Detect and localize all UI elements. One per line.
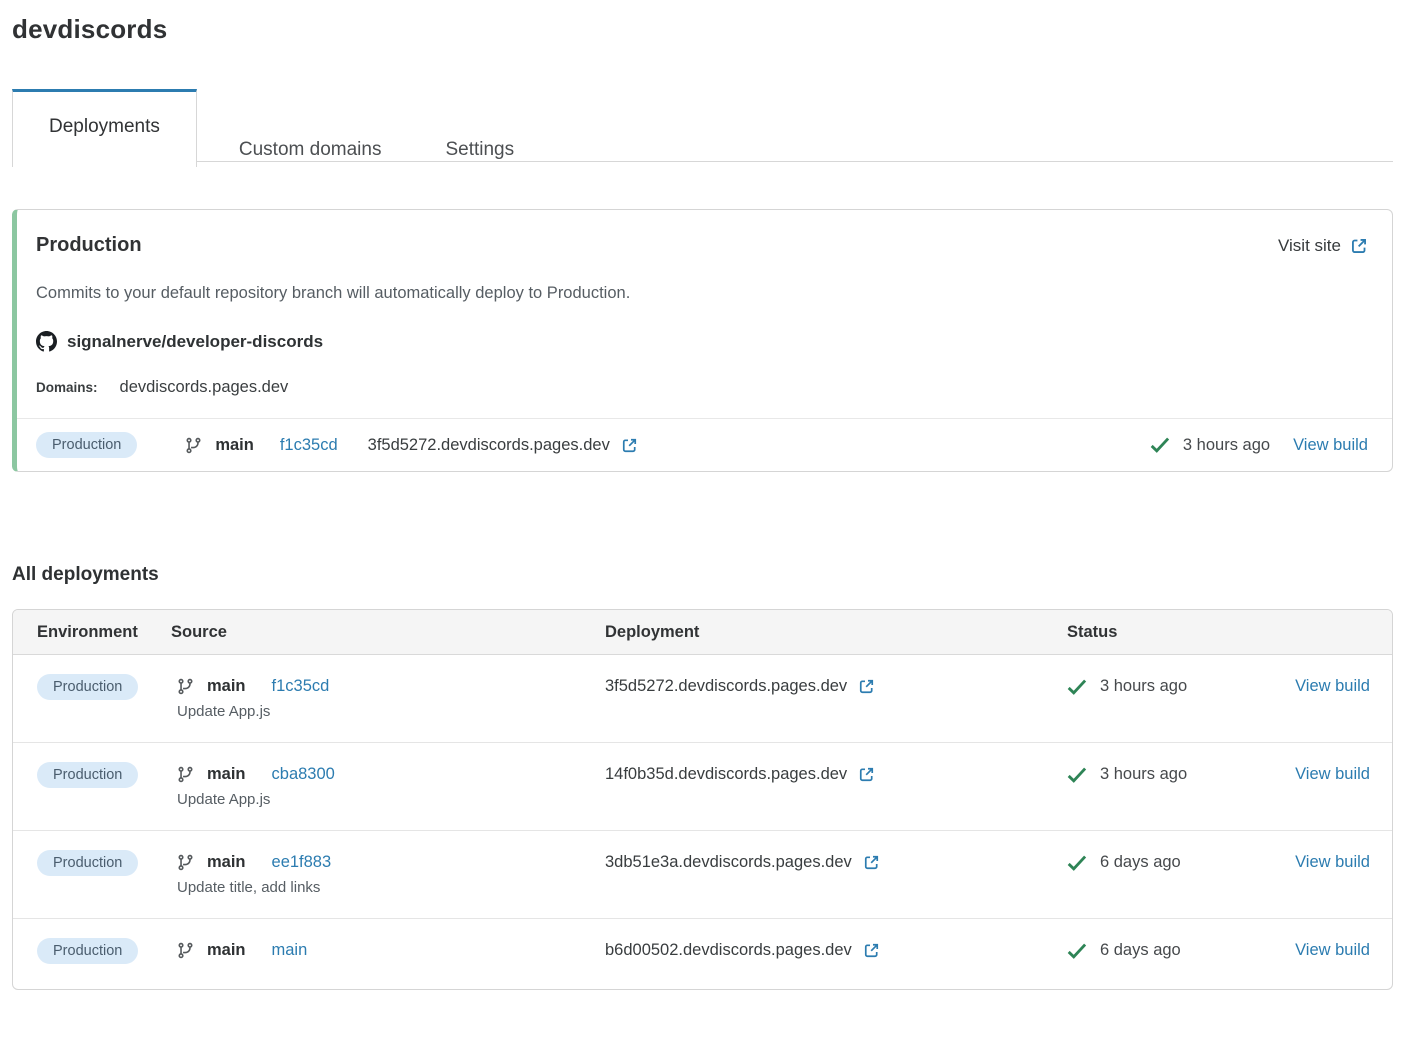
all-deployments-heading: All deployments (12, 564, 1393, 586)
page-title: devdiscords (12, 14, 1393, 45)
status-time: 6 days ago (1100, 853, 1181, 872)
table-row: Production main main b6d00502.devdiscord… (13, 918, 1392, 989)
branch-name: main (207, 853, 246, 872)
external-link-icon[interactable] (621, 437, 638, 454)
view-build-link[interactable]: View build (1295, 941, 1370, 959)
external-link-icon[interactable] (863, 854, 880, 871)
branch-name: main (207, 765, 246, 784)
branch-name: main (207, 941, 246, 960)
tab-custom-domains[interactable]: Custom domains (217, 139, 404, 161)
status-time: 3 hours ago (1183, 436, 1270, 455)
check-icon (1067, 679, 1087, 695)
environment-badge: Production (36, 432, 137, 458)
commit-message: Update App.js (177, 703, 605, 720)
git-branch-icon (177, 766, 194, 783)
tab-deployments[interactable]: Deployments (12, 89, 197, 167)
check-icon (1067, 943, 1087, 959)
production-deployment-row: Production main f1c35cd 3f5d5272.devdisc… (17, 418, 1392, 471)
production-description: Commits to your default repository branc… (36, 284, 1368, 303)
tab-bar: Deployments Custom domains Settings (12, 89, 1393, 162)
deployment-url: b6d00502.devdiscords.pages.dev (605, 941, 852, 960)
domain-value: devdiscords.pages.dev (120, 378, 289, 397)
commit-link[interactable]: cba8300 (272, 765, 335, 784)
github-icon (36, 331, 57, 352)
view-build-link[interactable]: View build (1293, 436, 1368, 455)
environment-badge: Production (37, 762, 138, 788)
repo-name: signalnerve/developer-discords (67, 332, 323, 352)
environment-badge: Production (37, 938, 138, 964)
view-build-link[interactable]: View build (1295, 853, 1370, 871)
table-row: Production main cba8300 Update App.js 14… (13, 742, 1392, 830)
table-body: Production main f1c35cd Update App.js 3f… (13, 655, 1392, 989)
branch-name: main (215, 436, 254, 455)
check-icon (1150, 437, 1170, 453)
commit-link[interactable]: f1c35cd (272, 677, 330, 696)
table-row: Production main f1c35cd Update App.js 3f… (13, 655, 1392, 742)
column-header-deployment: Deployment (605, 623, 1067, 642)
commit-link[interactable]: f1c35cd (280, 436, 338, 455)
deployments-table: Environment Source Deployment Status Pro… (12, 609, 1393, 990)
environment-badge: Production (37, 674, 138, 700)
environment-badge: Production (37, 850, 138, 876)
git-branch-icon (177, 942, 194, 959)
external-link-icon (1350, 237, 1368, 255)
git-branch-icon (177, 678, 194, 695)
external-link-icon[interactable] (858, 766, 875, 783)
external-link-icon[interactable] (863, 942, 880, 959)
status-time: 3 hours ago (1100, 765, 1187, 784)
commit-message: Update title, add links (177, 879, 605, 896)
tab-settings[interactable]: Settings (423, 139, 536, 161)
column-header-source: Source (171, 623, 605, 642)
view-build-link[interactable]: View build (1295, 765, 1370, 783)
status-time: 3 hours ago (1100, 677, 1187, 696)
column-header-environment: Environment (37, 623, 171, 642)
production-card: Production Visit site Commits to your de… (12, 209, 1393, 472)
status-time: 6 days ago (1100, 941, 1181, 960)
check-icon (1067, 767, 1087, 783)
production-card-title: Production (36, 234, 142, 257)
column-header-status: Status (1067, 623, 1287, 642)
branch-name: main (207, 677, 246, 696)
check-icon (1067, 855, 1087, 871)
commit-message: Update App.js (177, 791, 605, 808)
external-link-icon[interactable] (858, 678, 875, 695)
deployment-url: 3f5d5272.devdiscords.pages.dev (605, 677, 847, 696)
commit-link[interactable]: main (272, 941, 308, 960)
view-build-link[interactable]: View build (1295, 677, 1370, 695)
visit-site-link[interactable]: Visit site (1278, 236, 1368, 256)
git-branch-icon (177, 854, 194, 871)
deployment-url: 14f0b35d.devdiscords.pages.dev (605, 765, 847, 784)
git-branch-icon (185, 437, 202, 454)
commit-link[interactable]: ee1f883 (272, 853, 332, 872)
domains-label: Domains: (36, 380, 98, 395)
table-row: Production main ee1f883 Update title, ad… (13, 830, 1392, 918)
deployment-url: 3f5d5272.devdiscords.pages.dev (368, 436, 610, 455)
deployment-url: 3db51e3a.devdiscords.pages.dev (605, 853, 852, 872)
table-header-row: Environment Source Deployment Status (13, 610, 1392, 655)
visit-site-label: Visit site (1278, 236, 1341, 256)
